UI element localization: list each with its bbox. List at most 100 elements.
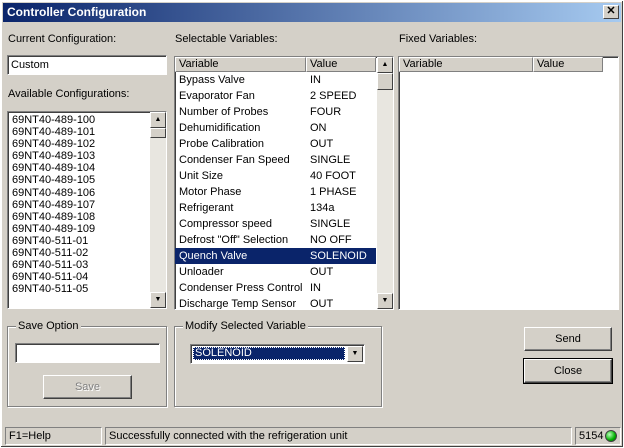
variable-name-cell: Dehumidification xyxy=(179,122,261,134)
variable-value-cell: OUT xyxy=(310,298,334,310)
save-name-input[interactable] xyxy=(15,343,160,363)
variable-row[interactable]: Evaporator Fan 2 SPEED xyxy=(175,88,376,104)
variable-row[interactable]: Defrost "Off" Selection NO OFF xyxy=(175,232,376,248)
variable-name-cell: Probe Calibration xyxy=(179,138,264,150)
fixed-value-column-header[interactable]: Value xyxy=(533,57,603,72)
scroll-down-icon[interactable]: ▼ xyxy=(150,292,166,308)
available-configurations-list[interactable]: 69NT40-489-100 69NT40-489-101 69NT40-489-1… xyxy=(7,111,167,309)
fixed-variables-label: Fixed Variables: xyxy=(399,33,478,45)
variable-value-select[interactable]: SOLENOID ▼ xyxy=(190,344,365,364)
variable-row[interactable]: Condenser Fan Speed SINGLE xyxy=(175,152,376,168)
status-code: 5154 xyxy=(579,430,604,442)
variable-row[interactable]: Motor Phase 1 PHASE xyxy=(175,184,376,200)
variable-value-cell: NO OFF xyxy=(310,234,352,246)
scroll-up-icon[interactable]: ▲ xyxy=(377,57,393,73)
chevron-down-icon[interactable]: ▼ xyxy=(347,346,363,362)
current-configuration-label: Current Configuration: xyxy=(8,33,117,45)
variable-name-cell: Evaporator Fan xyxy=(179,90,255,102)
variable-row[interactable]: Unloader OUT xyxy=(175,264,376,280)
variable-value-cell: SINGLE xyxy=(310,154,351,166)
variable-row[interactable]: Discharge Temp Sensor OUT xyxy=(175,296,376,310)
fixed-variables-grid[interactable]: Variable Value xyxy=(398,56,619,310)
variable-name-cell: Unit Size xyxy=(179,170,224,182)
current-configuration-field[interactable]: Custom xyxy=(7,55,167,75)
configuration-list-item[interactable]: 69NT40-489-102 xyxy=(9,138,149,150)
configuration-list-item[interactable]: 69NT40-489-104 xyxy=(9,162,149,174)
variable-name-cell: Defrost "Off" Selection xyxy=(179,234,289,246)
variable-name-cell: Number of Probes xyxy=(179,106,269,118)
variable-name-cell: Refrigerant xyxy=(179,202,234,214)
variable-value-cell: OUT xyxy=(310,266,334,278)
variable-name-cell: Condenser Fan Speed xyxy=(179,154,290,166)
status-bar: F1=Help Successfully connected with the … xyxy=(3,427,621,445)
selectable-variables-grid[interactable]: Variable Value Bypass Valve IN Evaporator … xyxy=(174,56,394,310)
variable-value-cell: FOUR xyxy=(310,106,342,118)
configuration-list-item[interactable]: 69NT40-489-108 xyxy=(9,211,149,223)
scroll-up-icon[interactable]: ▲ xyxy=(150,112,166,128)
configuration-list-item[interactable]: 69NT40-489-101 xyxy=(9,126,149,138)
modify-selected-variable-title: Modify Selected Variable xyxy=(183,320,308,332)
configuration-list-item[interactable]: 69NT40-511-04 xyxy=(9,271,149,283)
variable-value-cell: 134a xyxy=(310,202,335,214)
modify-selected-variable-group: Modify Selected Variable xyxy=(174,320,382,407)
variable-row[interactable]: Unit Size 40 FOOT xyxy=(175,168,376,184)
variable-row[interactable]: Condenser Press Control IN xyxy=(175,280,376,296)
configuration-items: 69NT40-489-100 69NT40-489-101 69NT40-489-1… xyxy=(9,114,149,295)
configuration-list-item[interactable]: 69NT40-489-107 xyxy=(9,199,149,211)
window-title: Controller Configuration xyxy=(7,5,147,19)
variable-row[interactable]: Refrigerant 134a xyxy=(175,200,376,216)
variable-column-header[interactable]: Variable xyxy=(175,57,306,72)
configuration-list-item[interactable]: 69NT40-489-106 xyxy=(9,187,149,199)
scroll-down-icon[interactable]: ▼ xyxy=(377,293,393,309)
configuration-list-item[interactable]: 69NT40-511-01 xyxy=(9,235,149,247)
save-button[interactable]: Save xyxy=(43,375,132,399)
selectable-variables-label: Selectable Variables: xyxy=(175,33,278,45)
controller-configuration-window: Controller Configuration ✕ Current Confi… xyxy=(0,0,624,448)
close-button[interactable]: Close xyxy=(523,358,613,384)
title-bar: Controller Configuration ✕ xyxy=(3,3,621,22)
configuration-list-item[interactable]: 69NT40-489-109 xyxy=(9,223,149,235)
variable-value-cell: SINGLE xyxy=(310,218,351,230)
save-option-title: Save Option xyxy=(16,320,81,332)
variable-value-cell: 2 SPEED xyxy=(310,90,357,102)
variable-value-cell: OUT xyxy=(310,138,334,150)
variable-row[interactable]: Quench Valve SOLENOID xyxy=(175,248,376,264)
scroll-thumb[interactable] xyxy=(150,128,166,138)
variable-name-cell: Motor Phase xyxy=(179,186,242,198)
variable-row[interactable]: Number of Probes FOUR xyxy=(175,104,376,120)
variable-value-cell: IN xyxy=(310,282,321,294)
fixed-variable-column-header[interactable]: Variable xyxy=(399,57,533,72)
send-button[interactable]: Send xyxy=(524,327,612,351)
variable-value-cell: SOLENOID xyxy=(310,250,367,262)
variable-row[interactable]: Probe Calibration OUT xyxy=(175,136,376,152)
variables-scrollbar[interactable]: ▲ ▼ xyxy=(377,57,393,309)
configuration-list-item[interactable]: 69NT40-489-100 xyxy=(9,114,149,126)
configuration-list-item[interactable]: 69NT40-511-03 xyxy=(9,259,149,271)
variable-name-cell: Discharge Temp Sensor xyxy=(179,298,297,310)
close-window-button[interactable]: ✕ xyxy=(603,5,619,19)
configuration-list-item[interactable]: 69NT40-511-02 xyxy=(9,247,149,259)
fixed-variables-header: Variable Value xyxy=(399,57,603,72)
configuration-list-item[interactable]: 69NT40-489-105 xyxy=(9,174,149,186)
status-message: Successfully connected with the refriger… xyxy=(105,427,572,445)
connection-status-icon xyxy=(605,430,617,442)
value-column-header[interactable]: Value xyxy=(306,57,376,72)
variable-value-cell: ON xyxy=(310,122,327,134)
available-configurations-label: Available Configurations: xyxy=(8,88,130,100)
variable-name-cell: Condenser Press Control xyxy=(179,282,303,294)
variable-value-cell: IN xyxy=(310,74,321,86)
variable-row[interactable]: Bypass Valve IN xyxy=(175,72,376,88)
variable-row[interactable]: Dehumidification ON xyxy=(175,120,376,136)
variable-value-cell: 40 FOOT xyxy=(310,170,356,182)
selected-variable-value: SOLENOID xyxy=(193,347,345,360)
selectable-variables-header: Variable Value xyxy=(175,57,376,72)
variable-row[interactable]: Compressor speed SINGLE xyxy=(175,216,376,232)
variable-name-cell: Bypass Valve xyxy=(179,74,245,86)
configurations-scrollbar[interactable]: ▲ ▼ xyxy=(150,112,166,308)
variable-value-cell: 1 PHASE xyxy=(310,186,357,198)
configuration-list-item[interactable]: 69NT40-489-103 xyxy=(9,150,149,162)
scroll-thumb[interactable] xyxy=(377,73,393,90)
configuration-list-item[interactable]: 69NT40-511-05 xyxy=(9,283,149,295)
status-code-panel: 5154 xyxy=(575,427,621,445)
help-hint: F1=Help xyxy=(5,427,102,445)
